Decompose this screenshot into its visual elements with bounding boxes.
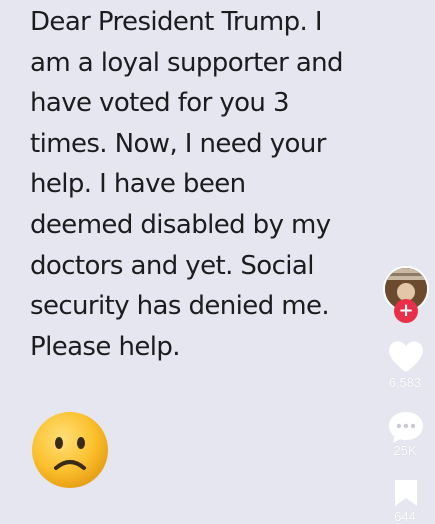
caption-line: doctors and yet. Social bbox=[30, 250, 314, 281]
like-count: 6,583 bbox=[388, 375, 422, 390]
caption-line: Please help. bbox=[30, 331, 181, 362]
follow-button[interactable]: + bbox=[394, 299, 418, 323]
post-caption: Dear President Trump. I am a loyal suppo… bbox=[30, 2, 365, 367]
caption-line: security has denied me. bbox=[30, 291, 330, 322]
frowning-face-emoji-icon bbox=[30, 410, 110, 490]
caption-line: deemed disabled by my bbox=[30, 209, 331, 240]
caption-line: am a loyal supporter and bbox=[30, 47, 344, 78]
caption-line: times. Now, I need your bbox=[30, 128, 326, 159]
bookmark-icon[interactable] bbox=[392, 478, 420, 513]
like-heart-icon[interactable] bbox=[387, 340, 425, 379]
caption-line: help. I have been bbox=[30, 169, 246, 200]
comment-count: 25K bbox=[393, 443, 417, 458]
caption-line: have voted for you 3 bbox=[30, 88, 290, 119]
caption-line: Dear President Trump. I bbox=[30, 7, 323, 37]
